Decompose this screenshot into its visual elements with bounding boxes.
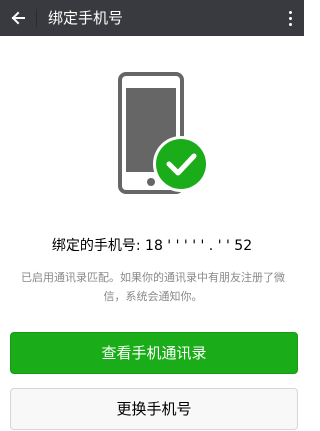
check-circle-icon: [153, 136, 209, 192]
bound-phone-number: 绑定的手机号: 18 ' ' ' ' ' . ' ' 52: [51, 238, 253, 254]
top-bar: 绑定手机号: [0, 0, 304, 36]
more-dot: [288, 22, 292, 26]
view-contacts-button[interactable]: 查看手机通讯录: [10, 332, 298, 374]
more-button[interactable]: [276, 0, 304, 36]
more-vertical-icon: [288, 10, 292, 14]
contacts-match-hint: 已启用通讯录匹配。如果你的通讯录中有朋友注册了微信，系统会通知你。: [21, 271, 285, 303]
bind-phone-screen: 绑定手机号 绑定的手机号: 18 ' ' ' ' ' . ' ' 52 已启用通…: [0, 0, 304, 431]
back-button[interactable]: [0, 0, 36, 36]
bound-phone-illustration: [118, 72, 213, 194]
arrow-left-icon: [11, 11, 25, 25]
more-dot: [288, 16, 292, 20]
page-title: 绑定手机号: [48, 9, 124, 27]
header-divider: [36, 9, 37, 27]
change-phone-button[interactable]: 更换手机号: [10, 388, 298, 430]
